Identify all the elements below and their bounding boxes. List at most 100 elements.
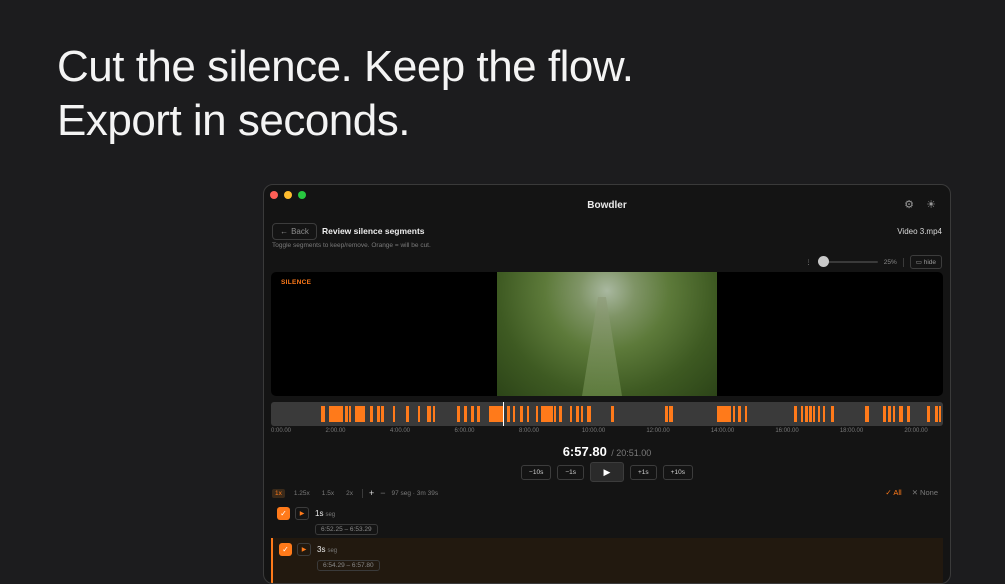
back-10s-button[interactable]: −10s [521, 464, 552, 480]
silence-segment[interactable] [831, 406, 834, 422]
segment-play-button[interactable]: ▶ [295, 507, 309, 520]
forward-10s-button[interactable]: +10s [662, 464, 693, 480]
timeline-tick-label: 8:00.00 [518, 428, 540, 434]
back-button[interactable]: ← Back [272, 223, 317, 240]
silence-segment[interactable] [427, 406, 431, 422]
segment-row-active[interactable]: ✓ ▶ 3s seg 6:54.29 – 6:57.80 [271, 538, 943, 583]
hide-button[interactable]: ▭ hide [909, 255, 942, 269]
zoom-slider-knob[interactable] [817, 256, 829, 267]
zoom-in-button[interactable]: + [369, 488, 374, 498]
segment-range[interactable]: 6:54.29 – 6:57.80 [317, 560, 380, 571]
silence-segment[interactable] [907, 406, 910, 422]
silence-segment[interactable] [801, 406, 803, 422]
silence-segment[interactable] [393, 406, 395, 422]
zoom-out-button[interactable]: − [380, 488, 385, 498]
check-icon: ✓ [280, 509, 287, 518]
silence-segment[interactable] [738, 406, 741, 422]
zoom-slider[interactable] [817, 256, 878, 267]
forward-1s-button[interactable]: +1s [630, 464, 657, 480]
silence-segment[interactable] [805, 406, 808, 422]
silence-segment[interactable] [406, 406, 409, 422]
silence-segment[interactable] [370, 406, 373, 422]
silence-segment[interactable] [717, 406, 731, 422]
segment-duration-unit: seg [325, 512, 336, 518]
silence-segment[interactable] [809, 406, 812, 422]
silence-segment[interactable] [939, 406, 941, 422]
select-none-button[interactable]: ✕ None [912, 488, 938, 497]
silence-segment[interactable] [576, 406, 579, 422]
silence-segment[interactable] [927, 406, 930, 422]
play-button[interactable]: ▶ [590, 462, 624, 482]
silence-segment[interactable] [471, 406, 474, 422]
segment-play-button[interactable]: ▶ [297, 543, 311, 556]
silence-segment[interactable] [745, 406, 747, 422]
speed-1-5x[interactable]: 1.5x [319, 489, 337, 498]
silence-segment[interactable] [581, 406, 583, 422]
back-1s-button[interactable]: −1s [557, 464, 584, 480]
page-title: Review silence segments [322, 226, 425, 236]
silence-segment[interactable] [381, 406, 384, 422]
hide-label: hide [923, 259, 936, 266]
gear-icon[interactable]: ⚙ [904, 198, 914, 211]
select-all-button[interactable]: ✓ All [885, 488, 901, 497]
timeline-tick-label: 12:00.00 [646, 428, 670, 434]
silence-segment[interactable] [457, 406, 460, 422]
silence-segment[interactable] [554, 406, 556, 422]
silence-segment[interactable] [520, 406, 523, 422]
speed-1-25x[interactable]: 1.25x [291, 489, 313, 498]
silence-segment[interactable] [355, 406, 365, 422]
minimize-window-button[interactable] [284, 191, 292, 199]
silence-segment[interactable] [587, 406, 589, 422]
silence-segment[interactable] [418, 406, 420, 422]
silence-segment[interactable] [377, 406, 380, 422]
silence-segment[interactable] [899, 406, 903, 422]
silence-segment[interactable] [570, 406, 572, 422]
segment-row[interactable]: ✓ ▶ 1s seg 6:52.25 – 6:53.29 [271, 503, 943, 537]
silence-segment[interactable] [733, 406, 735, 422]
timeline-tick-label: 0:00.00 [271, 428, 292, 434]
silence-segment[interactable] [589, 406, 591, 422]
zoom-window-button[interactable] [298, 191, 306, 199]
segment-checkbox[interactable]: ✓ [279, 543, 292, 556]
selection-controls: ✓ All ✕ None [885, 488, 938, 497]
segment-range[interactable]: 6:52.25 – 6:53.29 [315, 524, 378, 535]
silence-segment[interactable] [794, 406, 797, 422]
silence-segment[interactable] [527, 406, 529, 422]
close-window-button[interactable] [270, 191, 278, 199]
segment-timeline[interactable] [271, 402, 943, 426]
silence-segment[interactable] [477, 406, 480, 422]
silence-segment[interactable] [893, 406, 895, 422]
divider [902, 257, 904, 267]
silence-segment[interactable] [513, 406, 515, 422]
silence-segment[interactable] [611, 406, 614, 422]
silence-segment[interactable] [883, 406, 886, 422]
speed-1x[interactable]: 1x [272, 488, 285, 498]
silence-segment[interactable] [433, 406, 435, 422]
silence-segment[interactable] [329, 406, 343, 422]
silence-segment[interactable] [669, 406, 673, 422]
speed-2x[interactable]: 2x [343, 489, 356, 498]
silence-segment[interactable] [536, 406, 538, 422]
silence-segment[interactable] [865, 406, 869, 422]
silence-segment[interactable] [541, 406, 553, 422]
silence-segment[interactable] [823, 406, 825, 422]
window-title: Bowdler [587, 200, 627, 211]
silence-segment[interactable] [818, 406, 820, 422]
segment-checkbox[interactable]: ✓ [277, 507, 290, 520]
silence-segment[interactable] [464, 406, 467, 422]
silence-segment[interactable] [489, 406, 504, 422]
silence-segment[interactable] [507, 406, 510, 422]
video-frame [497, 272, 717, 396]
silence-segment[interactable] [935, 406, 938, 422]
silence-segment[interactable] [888, 406, 891, 422]
video-preview[interactable]: SILENCE [271, 272, 943, 396]
timeline-tick-label: 14:00.00 [710, 428, 735, 434]
sun-icon[interactable]: ☀ [926, 198, 936, 211]
playhead[interactable] [503, 402, 504, 426]
silence-segment[interactable] [345, 406, 348, 422]
silence-segment[interactable] [665, 406, 668, 422]
silence-segment[interactable] [321, 406, 325, 422]
silence-segment[interactable] [559, 406, 562, 422]
silence-segment[interactable] [813, 406, 815, 422]
silence-segment[interactable] [349, 406, 351, 422]
